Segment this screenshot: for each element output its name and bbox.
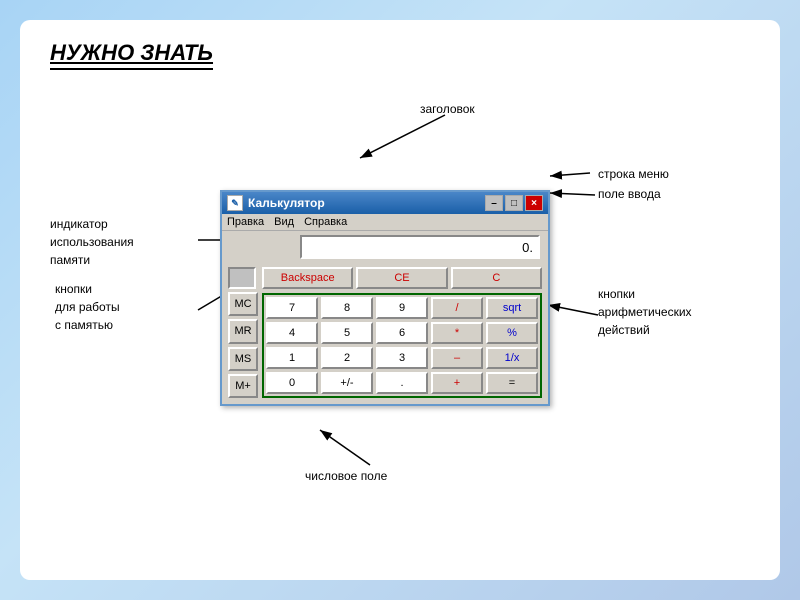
memory-column: MC MR MS M+ <box>228 267 258 398</box>
btn-reciprocal[interactable]: 1/x <box>486 347 538 369</box>
menu-spravka[interactable]: Справка <box>304 216 347 228</box>
close-button[interactable]: × <box>525 195 543 211</box>
calc-body: MC MR MS M+ Backspace CE C <box>222 263 548 404</box>
annotation-knopki-pamyat: кнопкидля работыс памятью <box>55 280 195 334</box>
display-field[interactable]: 0. <box>300 235 540 259</box>
display-value: 0. <box>522 240 533 255</box>
btn-5[interactable]: 5 <box>321 322 373 344</box>
calculator-window: ✎ Калькулятор – □ × Правка Вид Справка 0… <box>220 190 550 406</box>
titlebar-title: Калькулятор <box>248 196 485 210</box>
numpad-row-3: 1 2 3 – 1/x <box>266 347 538 369</box>
titlebar-buttons: – □ × <box>485 195 543 211</box>
main-card: НУЖНО ЗНАТЬ <box>20 20 780 580</box>
backspace-button[interactable]: Backspace <box>262 267 353 289</box>
annotation-knopki-arifm: кнопкиарифметическихдействий <box>598 285 758 339</box>
top-button-row: Backspace CE C <box>262 267 542 289</box>
annotation-stroka-menu: строка меню <box>598 165 669 183</box>
c-button[interactable]: C <box>451 267 542 289</box>
btn-2[interactable]: 2 <box>321 347 373 369</box>
mc-button[interactable]: MC <box>228 292 258 316</box>
minimize-button[interactable]: – <box>485 195 503 211</box>
btn-1[interactable]: 1 <box>266 347 318 369</box>
btn-6[interactable]: 6 <box>376 322 428 344</box>
numpad-row-2: 4 5 6 * % <box>266 322 538 344</box>
annotation-indikator: индикаториспользованияпамяти <box>50 215 195 269</box>
btn-decimal[interactable]: . <box>376 372 428 394</box>
numpad-row-4: 0 +/- . + = <box>266 372 538 394</box>
btn-8[interactable]: 8 <box>321 297 373 319</box>
btn-9[interactable]: 9 <box>376 297 428 319</box>
menu-pravka[interactable]: Правка <box>227 216 264 228</box>
display-area: 0. <box>222 231 548 263</box>
btn-7[interactable]: 7 <box>266 297 318 319</box>
annotation-chislovoe-pole: числовое поле <box>305 467 387 485</box>
mplus-button[interactable]: M+ <box>228 374 258 398</box>
btn-4[interactable]: 4 <box>266 322 318 344</box>
annotation-pole-vvoda: поле ввода <box>598 185 661 203</box>
btn-multiply[interactable]: * <box>431 322 483 344</box>
btn-minus[interactable]: – <box>431 347 483 369</box>
btn-percent[interactable]: % <box>486 322 538 344</box>
btn-sign[interactable]: +/- <box>321 372 373 394</box>
annotation-zagolovok: заголовок <box>420 100 475 118</box>
btn-sqrt[interactable]: sqrt <box>486 297 538 319</box>
btn-3[interactable]: 3 <box>376 347 428 369</box>
btn-divide[interactable]: / <box>431 297 483 319</box>
maximize-button[interactable]: □ <box>505 195 523 211</box>
mr-button[interactable]: MR <box>228 319 258 343</box>
ms-button[interactable]: MS <box>228 347 258 371</box>
btn-equals[interactable]: = <box>486 372 538 394</box>
menubar: Правка Вид Справка <box>222 214 548 231</box>
btn-0[interactable]: 0 <box>266 372 318 394</box>
menu-vid[interactable]: Вид <box>274 216 294 228</box>
memory-indicator <box>228 267 256 289</box>
numpad-wrapper: 7 8 9 / sqrt 4 5 6 * % <box>262 293 542 398</box>
titlebar: ✎ Калькулятор – □ × <box>222 192 548 214</box>
titlebar-icon: ✎ <box>227 195 243 211</box>
page-title: НУЖНО ЗНАТЬ <box>50 40 213 70</box>
btn-plus[interactable]: + <box>431 372 483 394</box>
numpad-row-1: 7 8 9 / sqrt <box>266 297 538 319</box>
ce-button[interactable]: CE <box>356 267 447 289</box>
